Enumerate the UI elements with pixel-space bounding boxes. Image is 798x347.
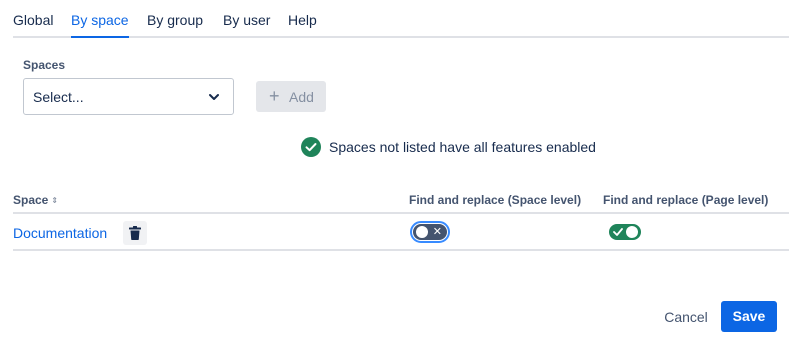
space-level-toggle[interactable]: ✕ xyxy=(410,221,450,243)
space-link-documentation[interactable]: Documentation xyxy=(13,225,107,241)
chevron-down-icon xyxy=(209,94,219,100)
add-space-button[interactable]: + Add xyxy=(256,81,326,112)
tab-by-group[interactable]: By group xyxy=(147,10,203,36)
spaces-select-placeholder: Select... xyxy=(33,89,84,105)
save-button[interactable]: Save xyxy=(721,301,777,332)
remove-space-button[interactable] xyxy=(123,221,147,245)
check-circle-icon xyxy=(301,137,321,157)
toggle-knob xyxy=(416,226,428,238)
toggle-knob xyxy=(626,226,638,238)
cross-icon: ✕ xyxy=(432,225,442,238)
tab-by-user[interactable]: By user xyxy=(223,10,270,36)
check-icon xyxy=(613,228,623,236)
tab-global[interactable]: Global xyxy=(13,10,53,36)
feature-settings-panel: Global By space By group By user Help Sp… xyxy=(0,0,798,347)
toggle-track-off: ✕ xyxy=(413,224,447,240)
spaces-label: Spaces xyxy=(23,58,66,72)
plus-icon: + xyxy=(269,86,280,106)
page-level-toggle[interactable] xyxy=(609,224,641,240)
column-header-space-label: Space xyxy=(13,193,49,207)
add-button-label: Add xyxy=(289,89,314,105)
sort-icon: ⇕ xyxy=(51,196,59,205)
tab-bar: Global By space By group By user Help xyxy=(13,10,789,38)
column-header-page-level: Find and replace (Page level) xyxy=(603,193,769,207)
table-row-divider xyxy=(13,249,789,251)
column-header-space-level: Find and replace (Space level) xyxy=(409,193,582,207)
column-header-space[interactable]: Space ⇕ xyxy=(13,193,58,207)
cancel-button[interactable]: Cancel xyxy=(654,302,718,332)
tab-help[interactable]: Help xyxy=(288,10,317,36)
trash-icon xyxy=(129,226,141,240)
spaces-select[interactable]: Select... xyxy=(23,78,234,115)
tab-by-space[interactable]: By space xyxy=(71,10,129,38)
info-message-text: Spaces not listed have all features enab… xyxy=(329,139,596,155)
table-header-divider xyxy=(13,212,789,214)
